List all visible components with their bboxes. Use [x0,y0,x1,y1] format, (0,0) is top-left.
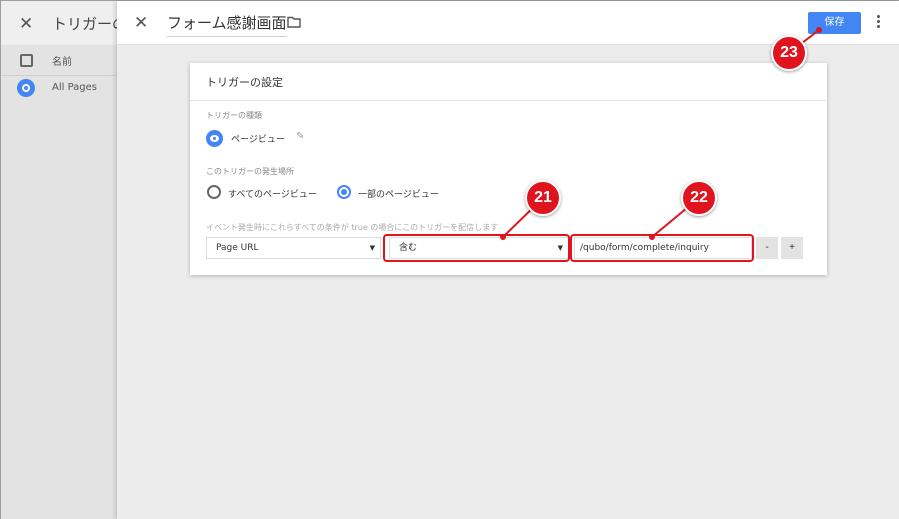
annotation-badge-21: 21 [525,180,561,216]
folder-icon[interactable] [287,16,301,28]
close-icon[interactable]: ✕ [134,13,148,33]
select-all-checkbox[interactable] [20,54,33,67]
background-header: ✕ トリガーの [1,1,127,45]
radio-all-pageviews-label[interactable]: すべてのページビュー [228,187,317,200]
trigger-name-field[interactable]: フォーム感謝画面 [167,12,287,37]
remove-condition-button[interactable]: - [756,237,778,259]
column-header-name: 名前 [52,57,72,68]
variable-select-value: Page URL [216,243,259,253]
eye-icon [17,79,35,97]
caret-down-icon: ▼ [369,244,375,252]
variable-select[interactable]: Page URL ▼ [206,237,381,259]
divider [1,75,117,76]
condition-label: イベント発生時にこれらすべての条件が true の場合にこのトリガーを配信します [206,223,499,232]
radio-some-pageviews[interactable] [337,185,351,199]
card-title: トリガーの設定 [206,76,283,89]
more-vert-icon[interactable] [877,15,881,31]
trigger-type-label: トリガーの種類 [206,111,262,120]
list-item-all-pages[interactable]: All Pages [52,82,97,93]
close-icon[interactable]: ✕ [19,14,33,34]
trigger-where-label: このトリガーの発生場所 [206,167,294,176]
pencil-icon[interactable]: ✎ [296,131,304,142]
background-list-panel: ✕ トリガーの 名前 All Pages [1,1,127,519]
radio-all-pageviews[interactable] [207,185,221,199]
trigger-type-value[interactable]: ページビュー [231,132,285,145]
divider [190,100,827,101]
add-condition-button[interactable]: + [781,237,803,259]
save-button[interactable]: 保存 [808,12,861,34]
annotation-badge-22: 22 [681,180,717,216]
radio-some-pageviews-label[interactable]: 一部のページビュー [358,187,439,200]
highlight-value-input [570,234,754,262]
background-title: トリガーの [52,15,128,33]
eye-icon [206,130,223,147]
annotation-badge-23: 23 [771,35,807,71]
highlight-operator-select [383,234,570,262]
